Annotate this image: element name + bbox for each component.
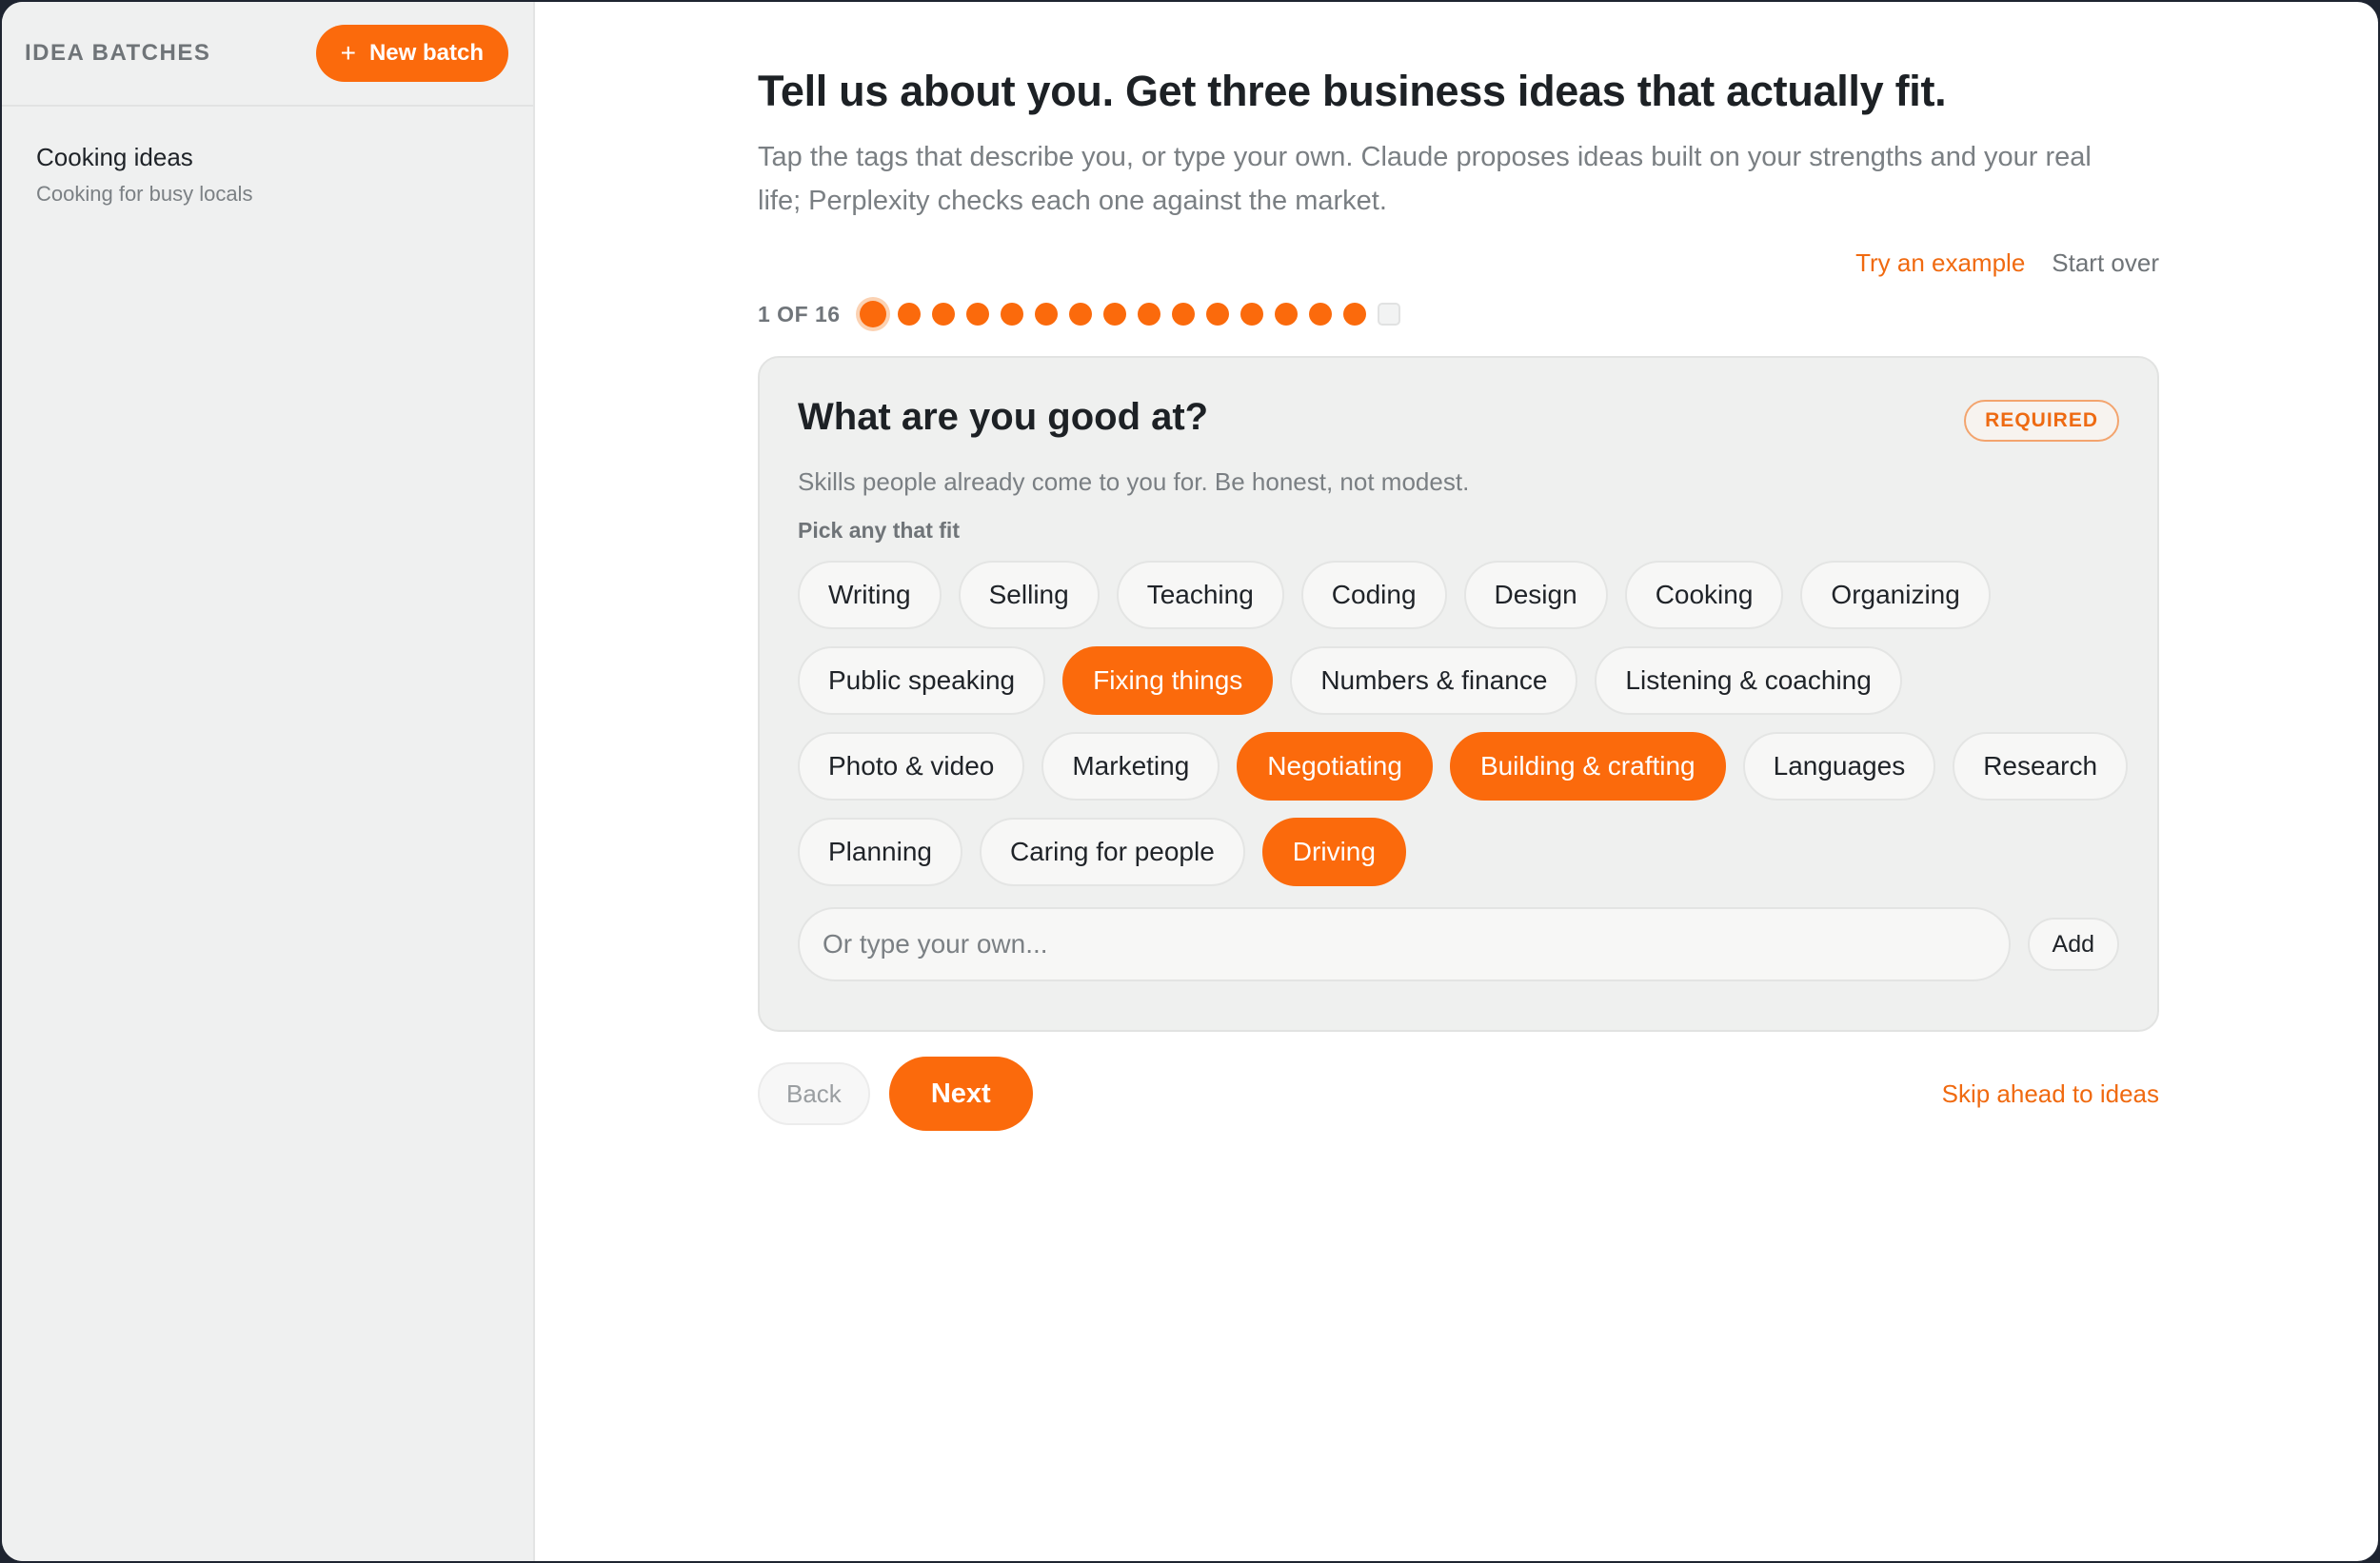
progress-label: 1 OF 16 xyxy=(758,301,841,326)
main-content: Tell us about you. Get three business id… xyxy=(758,65,2159,1131)
question-card: What are you good at? REQUIRED Skills pe… xyxy=(758,356,2159,1032)
next-button[interactable]: Next xyxy=(888,1057,1033,1131)
tag-fixing-things[interactable]: Fixing things xyxy=(1062,646,1274,715)
sidebar-header: IDEA BATCHES + New batch xyxy=(2,2,533,107)
progress-dot xyxy=(1377,303,1400,326)
progress-dot xyxy=(931,303,955,326)
new-batch-button[interactable]: + New batch xyxy=(315,25,508,82)
tag-coding[interactable]: Coding xyxy=(1300,561,1447,629)
tag-caring-for-people[interactable]: Caring for people xyxy=(979,818,1245,886)
progress-dots xyxy=(859,301,1400,327)
required-badge: REQUIRED xyxy=(1964,400,2119,442)
tag-listening-coaching[interactable]: Listening & coaching xyxy=(1595,646,1902,715)
progress-dot xyxy=(1034,303,1058,326)
top-links: Try an example Start over xyxy=(758,242,2159,284)
plus-icon: + xyxy=(340,38,356,68)
batch-item-cooking-ideas[interactable]: Cooking ideas Cooking for busy locals xyxy=(2,107,533,207)
progress-dot xyxy=(1274,303,1298,326)
try-example-link[interactable]: Try an example xyxy=(1855,248,2025,278)
start-over-link[interactable]: Start over xyxy=(2052,248,2159,278)
progress-dot xyxy=(1068,303,1092,326)
tag-selling[interactable]: Selling xyxy=(958,561,1100,629)
tag-cooking[interactable]: Cooking xyxy=(1624,561,1784,629)
page-description: Tap the tags that describe you, or type … xyxy=(758,142,2092,216)
new-batch-label: New batch xyxy=(368,40,484,66)
tag-building-crafting[interactable]: Building & crafting xyxy=(1449,732,1726,801)
tag-driving[interactable]: Driving xyxy=(1261,818,1406,886)
main-panel: Tell us about you. Get three business id… xyxy=(535,2,2378,1561)
question-title: What are you good at? xyxy=(798,396,1209,438)
progress-dot xyxy=(897,303,921,326)
back-button[interactable]: Back xyxy=(758,1062,870,1125)
tag-writing[interactable]: Writing xyxy=(798,561,942,629)
tag-negotiating[interactable]: Negotiating xyxy=(1237,732,1433,801)
progress-dot xyxy=(1205,303,1229,326)
tag-languages[interactable]: Languages xyxy=(1742,732,1936,801)
progress-dot xyxy=(1240,303,1263,326)
progress-dot xyxy=(1000,303,1023,326)
nav-buttons: Back Next xyxy=(758,1057,1033,1131)
pick-label: Pick any that fit xyxy=(798,518,960,543)
skip-ahead-link[interactable]: Skip ahead to ideas xyxy=(1942,1079,2159,1109)
progress-indicator: 1 OF 16 xyxy=(758,295,2159,333)
tag-list: Writing Selling Teaching Coding Design C… xyxy=(798,561,2131,886)
tag-photo-video[interactable]: Photo & video xyxy=(798,732,1025,801)
batch-subtitle: Cooking for busy locals xyxy=(36,182,253,206)
tag-marketing[interactable]: Marketing xyxy=(1041,732,1220,801)
tag-planning[interactable]: Planning xyxy=(798,818,962,886)
tag-public-speaking[interactable]: Public speaking xyxy=(798,646,1046,715)
add-tag-button[interactable]: Add xyxy=(2027,918,2119,971)
progress-dot xyxy=(1171,303,1195,326)
progress-dot xyxy=(1102,303,1126,326)
sidebar-title: IDEA BATCHES xyxy=(25,40,211,66)
progress-dot xyxy=(1137,303,1160,326)
batch-title: Cooking ideas xyxy=(36,143,193,171)
tag-organizing[interactable]: Organizing xyxy=(1800,561,1991,629)
tag-research[interactable]: Research xyxy=(1953,732,2129,801)
wizard-navigation: Back Next Skip ahead to ideas xyxy=(758,1057,2159,1131)
app-window: IDEA BATCHES + New batch Cooking ideas C… xyxy=(2,2,2378,1561)
tag-numbers-finance[interactable]: Numbers & finance xyxy=(1290,646,1578,715)
progress-dot xyxy=(1342,303,1366,326)
custom-tag-input[interactable] xyxy=(798,907,2011,981)
progress-dot xyxy=(965,303,989,326)
custom-tag-row: Add xyxy=(798,907,2119,981)
sidebar: IDEA BATCHES + New batch Cooking ideas C… xyxy=(2,2,535,1561)
progress-dot xyxy=(859,301,886,327)
page-title: Tell us about you. Get three business id… xyxy=(758,67,1947,115)
tag-teaching[interactable]: Teaching xyxy=(1116,561,1284,629)
tag-design[interactable]: Design xyxy=(1463,561,1608,629)
question-subtitle: Skills people already come to you for. B… xyxy=(798,467,1470,496)
progress-dot xyxy=(1308,303,1332,326)
